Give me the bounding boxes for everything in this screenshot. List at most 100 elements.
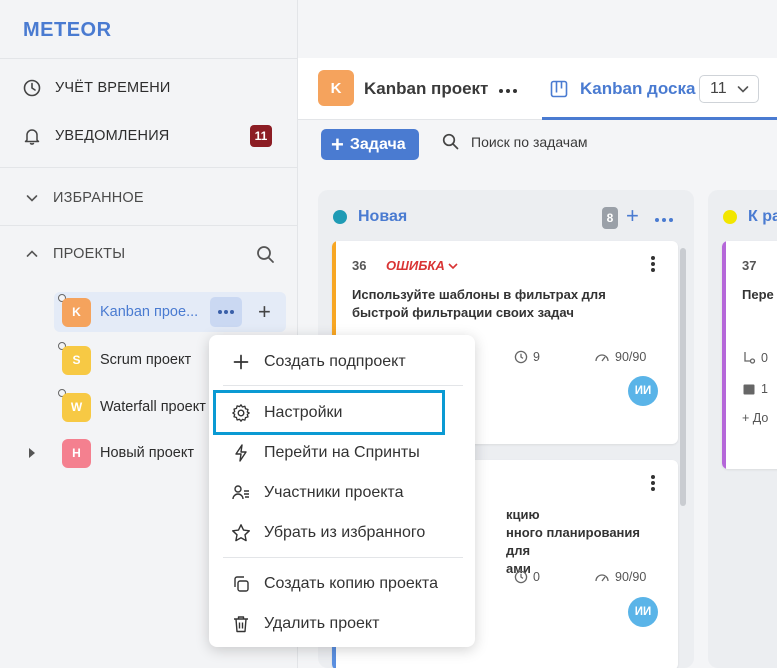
- progress-estimate: 90/90: [594, 570, 646, 584]
- project-menu-button[interactable]: [498, 78, 518, 98]
- sidebar-section-favorites[interactable]: ИЗБРАННОЕ: [0, 178, 298, 218]
- project-more-button[interactable]: [210, 297, 242, 327]
- menu-item-label: Удалить проект: [264, 615, 380, 632]
- subtasks-icon: [744, 352, 756, 364]
- section-label: ИЗБРАННОЕ: [53, 190, 144, 206]
- menu-item-delete-project[interactable]: Удалить проект: [209, 604, 475, 644]
- task-card[interactable]: 37 Пере 0 1 + До: [722, 241, 777, 469]
- add-card-button[interactable]: +: [626, 205, 639, 227]
- more-horizontal-icon: [655, 218, 673, 222]
- sidebar-item-notifications[interactable]: УВЕДОМЛЕНИЯ 11: [0, 116, 298, 156]
- search-placeholder: Поиск по задачам: [471, 133, 588, 150]
- task-title: Используйте шаблоны в фильтрах для быстр…: [352, 287, 606, 320]
- project-title: Kanban проект: [364, 79, 489, 98]
- search-icon[interactable]: [255, 244, 275, 264]
- project-name: Scrum проект: [100, 352, 192, 368]
- more-vertical-icon: [651, 256, 655, 272]
- column-count-badge: 8: [602, 207, 618, 229]
- divider: [0, 167, 298, 168]
- menu-item-settings[interactable]: Настройки: [213, 390, 445, 435]
- chevron-up-icon: [22, 244, 42, 264]
- column-menu-button[interactable]: [654, 208, 674, 226]
- more-horizontal-icon: [499, 89, 517, 93]
- project-avatar: Н: [62, 438, 91, 468]
- menu-item-label: Убрать из избранного: [264, 524, 426, 541]
- column-scrollbar[interactable]: [680, 248, 686, 506]
- task-title: кцию нного планирования для ами: [506, 507, 640, 576]
- time-spent: 0: [514, 570, 540, 584]
- due-date: 1: [742, 382, 768, 396]
- task-search[interactable]: Поиск по задачам: [442, 133, 588, 150]
- project-avatar: K: [62, 297, 91, 327]
- add-task-button[interactable]: + Задача: [321, 129, 419, 160]
- view-selector[interactable]: 11: [699, 75, 759, 103]
- project-header: K Kanban проект Kanban доска 11: [298, 58, 777, 120]
- section-label: ПРОЕКТЫ: [53, 246, 126, 262]
- column-title: К ра: [748, 208, 777, 225]
- plus-icon: [231, 352, 251, 372]
- time-spent: 9: [514, 350, 540, 364]
- menu-item-go-to-sprints[interactable]: Перейти на Спринты: [209, 433, 475, 473]
- project-name: Waterfall проект: [100, 399, 206, 415]
- chevron-down-icon: [737, 86, 749, 93]
- divider: [223, 385, 463, 386]
- add-subproject-button[interactable]: +: [258, 301, 271, 323]
- kanban-board-icon: [550, 80, 568, 103]
- chevron-down-icon: [448, 263, 458, 270]
- menu-item-copy-project[interactable]: Создать копию проекта: [209, 564, 475, 604]
- search-icon: [442, 133, 459, 150]
- card-menu-button[interactable]: [650, 255, 656, 277]
- lightning-icon: [231, 443, 251, 463]
- more-vertical-icon: [651, 475, 655, 491]
- expand-caret-icon[interactable]: [29, 448, 35, 458]
- star-icon: [231, 523, 251, 543]
- project-avatar: K: [318, 70, 354, 106]
- project-name: Kanban прое...: [100, 304, 199, 320]
- trash-icon: [231, 614, 251, 634]
- progress-estimate: 90/90: [594, 350, 646, 364]
- active-tab-indicator: [542, 117, 777, 120]
- divider: [223, 557, 463, 558]
- menu-item-label: Перейти на Спринты: [264, 444, 420, 461]
- divider: [0, 225, 298, 226]
- gear-icon: [231, 403, 251, 423]
- menu-item-label: Создать подпроект: [264, 353, 406, 370]
- project-context-menu: Создать подпроект Настройки Перейти на С…: [209, 335, 475, 647]
- menu-item-remove-favorite[interactable]: Убрать из избранного: [209, 513, 475, 553]
- more-horizontal-icon: [218, 310, 234, 314]
- sidebar-item-time-tracking[interactable]: УЧЁТ ВРЕМЕНИ: [0, 68, 298, 108]
- card-stripe: [722, 241, 726, 469]
- card-menu-button[interactable]: [650, 474, 656, 496]
- menu-item-create-subproject[interactable]: Создать подпроект: [209, 342, 475, 382]
- sidebar-item-label: УЧЁТ ВРЕМЕНИ: [55, 80, 171, 96]
- calendar-icon: [743, 384, 755, 395]
- menu-item-label: Создать копию проекта: [264, 575, 438, 592]
- view-count: 11: [710, 80, 727, 97]
- sidebar-section-projects[interactable]: ПРОЕКТЫ: [0, 234, 298, 274]
- menu-item-label: Настройки: [264, 403, 343, 421]
- assignee-avatar[interactable]: ИИ: [628, 376, 658, 406]
- menu-item-label: Участники проекта: [264, 484, 404, 501]
- project-avatar: W: [62, 392, 91, 422]
- clock-icon: [514, 570, 528, 584]
- task-title: Пере: [742, 287, 774, 302]
- chevron-down-icon: [22, 188, 42, 208]
- subtasks-count: 0: [742, 351, 768, 365]
- add-field-link[interactable]: + До: [742, 411, 768, 425]
- menu-item-members[interactable]: Участники проекта: [209, 473, 475, 513]
- gauge-icon: [595, 354, 609, 362]
- task-number: 37: [742, 258, 757, 273]
- copy-icon: [231, 574, 251, 594]
- column-status-dot: [723, 210, 737, 224]
- task-type-tag[interactable]: ОШИБКА: [386, 258, 458, 273]
- project-name: Новый проект: [100, 445, 194, 461]
- user-list-icon: [231, 483, 251, 503]
- project-item-kanban[interactable]: K Kanban прое... +: [54, 292, 286, 332]
- assignee-avatar[interactable]: ИИ: [628, 597, 658, 627]
- divider: [0, 58, 298, 59]
- plus-icon: +: [331, 131, 344, 157]
- clock-icon: [22, 78, 42, 98]
- notifications-count-badge: 11: [250, 125, 272, 147]
- app-logo[interactable]: METEOR: [23, 19, 112, 42]
- column-status-dot: [333, 210, 347, 224]
